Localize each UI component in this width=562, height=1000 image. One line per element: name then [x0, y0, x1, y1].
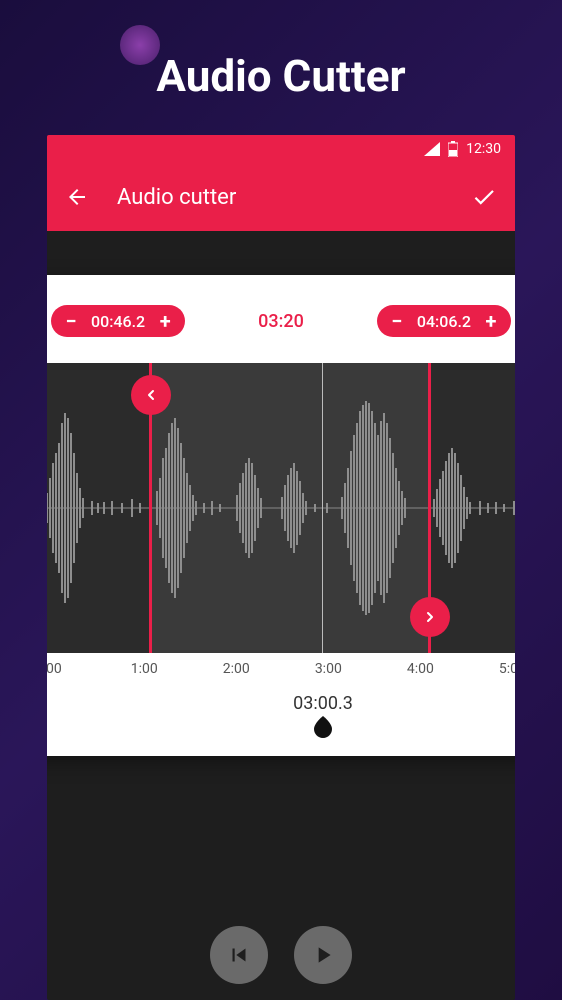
end-time-value: 04:06.2 [417, 312, 471, 331]
play-icon [310, 942, 336, 968]
app-bar-title: Audio cutter [117, 185, 471, 210]
page-title: Audio Cutter [0, 0, 562, 102]
end-decrement-button[interactable]: − [387, 311, 407, 331]
selection-duration: 03:20 [258, 311, 304, 332]
battery-icon [448, 141, 458, 157]
end-increment-button[interactable]: + [481, 311, 501, 331]
decorative-circle [120, 25, 160, 65]
playback-controls [47, 926, 515, 984]
trim-start-handle[interactable] [131, 375, 171, 415]
timeline-ruler: :00 1:00 2:00 3:00 4:00 5:00 [47, 661, 515, 685]
chevron-right-icon [422, 609, 438, 625]
playhead-line [322, 363, 323, 653]
skip-previous-button[interactable] [210, 926, 268, 984]
start-time-value: 00:46.2 [91, 312, 145, 331]
status-bar: 12:30 [47, 135, 515, 163]
confirm-check-icon[interactable] [471, 184, 497, 210]
signal-icon [424, 142, 440, 156]
chevron-left-icon [143, 387, 159, 403]
tick-label: 2:00 [223, 661, 250, 677]
end-time-pill: − 04:06.2 + [377, 305, 511, 337]
trim-end-handle[interactable] [410, 597, 450, 637]
skip-previous-icon [226, 942, 252, 968]
tick-label: 3:00 [315, 661, 342, 677]
tick-label: :00 [47, 661, 62, 677]
start-time-pill: − 00:46.2 + [51, 305, 185, 337]
phone-frame: 12:30 Audio cutter − 00:46.2 + 03:20 − 0… [47, 135, 515, 1000]
start-decrement-button[interactable]: − [61, 311, 81, 331]
play-button[interactable] [294, 926, 352, 984]
playhead-time-row: 03:00.3 [47, 693, 515, 714]
playhead-marker-icon[interactable] [47, 716, 515, 738]
tick-label: 4:00 [407, 661, 434, 677]
start-increment-button[interactable]: + [155, 311, 175, 331]
waveform[interactable] [47, 363, 515, 653]
time-row: − 00:46.2 + 03:20 − 04:06.2 + [47, 275, 515, 363]
app-bar: Audio cutter [47, 163, 515, 231]
tick-label: 1:00 [131, 661, 158, 677]
status-time: 12:30 [466, 141, 501, 157]
editor-card: − 00:46.2 + 03:20 − 04:06.2 + [47, 275, 515, 756]
tick-label: 5:00 [499, 661, 515, 677]
playhead-time: 03:00.3 [293, 693, 353, 714]
back-arrow-icon[interactable] [65, 185, 89, 209]
